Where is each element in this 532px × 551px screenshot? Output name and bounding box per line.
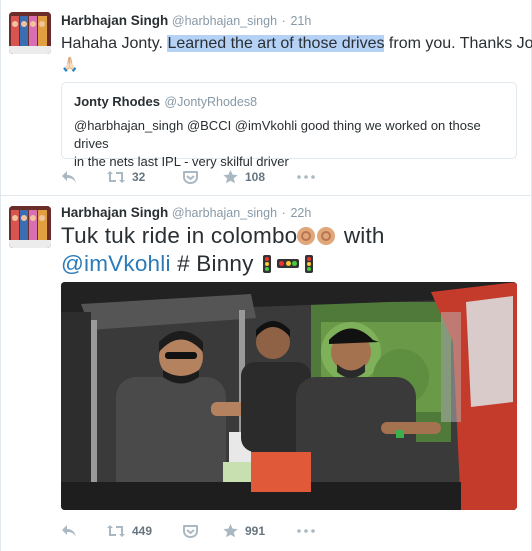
ok-hand-emoji <box>317 227 336 245</box>
quoted-author-fullname[interactable]: Jonty Rhodes <box>74 94 160 109</box>
reply-button[interactable] <box>61 170 107 184</box>
separator-dot: · <box>281 206 286 220</box>
quoted-tweet[interactable]: Jonty Rhodes @JontyRhodes8 @harbhajan_si… <box>61 82 517 169</box>
star-icon <box>223 170 238 184</box>
more-icon <box>297 175 315 179</box>
quoted-tweet-text: @harbhajan_singh @BCCI @imVkohli good th… <box>74 117 504 171</box>
save-button[interactable] <box>183 170 223 184</box>
tuk-tuk-photo <box>61 282 517 510</box>
vertical-traffic-light-emoji <box>305 255 314 273</box>
more-button[interactable] <box>297 529 315 533</box>
tweet-header: Harbhajan Singh @harbhajan_singh · 22h <box>61 205 311 221</box>
quoted-text-line2: in the nets last IPL - very skilful driv… <box>74 154 289 169</box>
tweet-text: Hahaha Jonty. Learned the art of those d… <box>61 34 532 75</box>
retweet-button[interactable]: 449 <box>107 524 183 538</box>
tweet-header: Harbhajan Singh @harbhajan_singh · 21h <box>61 13 311 29</box>
like-count: 108 <box>245 170 266 184</box>
tweet-timestamp[interactable]: 21h <box>290 14 311 28</box>
tweet-text: Tuk tuk ride in colombo with @imVkohli #… <box>61 222 385 278</box>
more-icon <box>297 529 315 533</box>
retweet-count: 449 <box>132 524 153 538</box>
ok-hand-emoji <box>297 227 316 245</box>
author-fullname[interactable]: Harbhajan Singh <box>61 205 168 220</box>
reply-icon <box>62 525 76 537</box>
more-button[interactable] <box>297 175 315 179</box>
tweet-text-line1: Tuk tuk ride in colombo <box>61 223 298 248</box>
horizontal-traffic-light-emoji <box>277 259 300 268</box>
save-button[interactable] <box>183 524 223 538</box>
folded-hands-emoji: 🙏🏻 <box>61 56 79 72</box>
tweet-text-end: from you. Thanks Jonty <box>388 35 532 52</box>
retweet-count: 32 <box>132 170 146 184</box>
quoted-author-username[interactable]: @JontyRhodes8 <box>164 95 257 109</box>
avatar[interactable] <box>9 206 51 248</box>
retweet-button[interactable]: 32 <box>107 170 183 184</box>
timeline: Harbhajan Singh @harbhajan_singh · 21h H… <box>0 0 532 551</box>
like-button[interactable]: 108 <box>223 170 297 184</box>
like-button[interactable]: 991 <box>223 524 297 538</box>
tweet-photo[interactable] <box>61 282 517 510</box>
retweet-icon <box>107 171 125 183</box>
pocket-icon <box>183 524 198 538</box>
star-icon <box>223 524 238 538</box>
tweet[interactable]: Harbhajan Singh @harbhajan_singh · 21h H… <box>1 0 532 196</box>
author-fullname[interactable]: Harbhajan Singh <box>61 13 168 28</box>
reply-icon <box>62 171 76 183</box>
tweet-timestamp[interactable]: 22h <box>290 206 311 220</box>
avatar[interactable] <box>9 12 51 54</box>
like-count: 991 <box>245 524 266 538</box>
mention-link[interactable]: @imVkohli <box>61 251 171 276</box>
tweet[interactable]: Harbhajan Singh @harbhajan_singh · 22h T… <box>1 196 531 551</box>
tweet-actions: 32 108 <box>61 168 315 186</box>
quoted-text-line1: @harbhajan_singh @BCCI @imVkohli good th… <box>74 118 481 151</box>
author-username[interactable]: @harbhajan_singh <box>172 14 277 28</box>
tweet-actions: 449 991 <box>61 522 315 540</box>
tweet-text-line1-end: with <box>337 223 385 248</box>
vertical-traffic-light-emoji <box>263 255 272 273</box>
tweet-text-start: Hahaha Jonty. <box>61 35 168 52</box>
author-username[interactable]: @harbhajan_singh <box>172 206 277 220</box>
reply-button[interactable] <box>61 524 107 538</box>
selected-text: Learned the art of those drives <box>167 35 385 52</box>
tweet-text-line2: # Binny <box>170 251 261 276</box>
separator-dot: · <box>281 14 286 28</box>
retweet-icon <box>107 525 125 537</box>
pocket-icon <box>183 170 198 184</box>
